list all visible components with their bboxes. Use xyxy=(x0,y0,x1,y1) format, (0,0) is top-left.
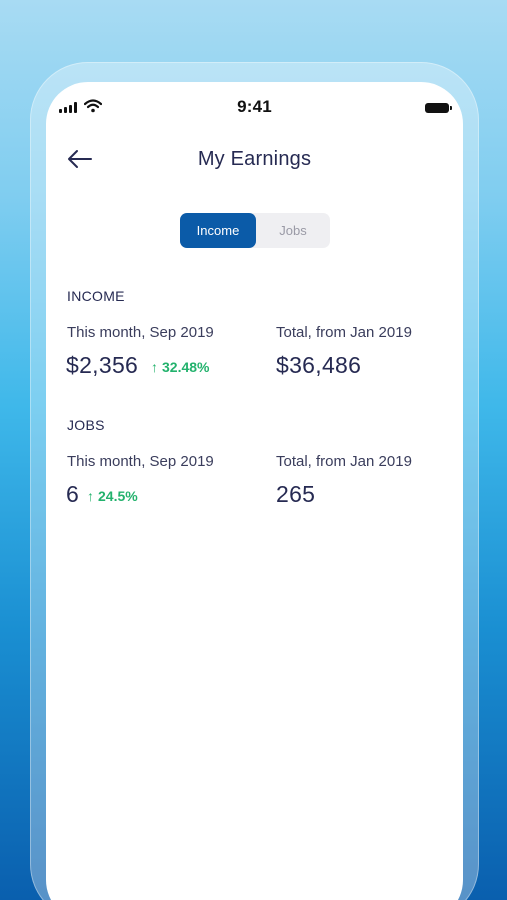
arrow-up-icon: ↑ xyxy=(87,488,94,504)
phone-screen: 9:41 My Earnings Income Jobs INCOME This… xyxy=(46,82,463,900)
jobs-total-value: 265 xyxy=(276,481,316,507)
income-section-label: INCOME xyxy=(67,288,125,304)
income-jobs-toggle: Income Jobs xyxy=(180,213,330,248)
jobs-total-caption: Total, from Jan 2019 xyxy=(276,453,412,470)
tab-income[interactable]: Income xyxy=(180,213,256,248)
arrow-up-icon: ↑ xyxy=(151,359,158,375)
jobs-month-value: 6 xyxy=(66,481,80,507)
battery-icon xyxy=(425,103,452,113)
tab-jobs[interactable]: Jobs xyxy=(256,213,330,248)
income-growth-indicator: ↑ 32.48% xyxy=(151,359,209,375)
income-total-caption: Total, from Jan 2019 xyxy=(276,324,412,341)
income-growth-value: 32.48% xyxy=(162,359,210,375)
jobs-growth-value: 24.5% xyxy=(98,488,138,504)
income-month-caption: This month, Sep 2019 xyxy=(67,324,214,341)
jobs-growth-indicator: ↑ 24.5% xyxy=(87,488,138,504)
status-time: 9:41 xyxy=(237,97,272,116)
jobs-month-caption: This month, Sep 2019 xyxy=(67,453,214,470)
page-title: My Earnings xyxy=(197,148,312,170)
status-bar: 9:41 xyxy=(46,82,463,132)
income-total-value: $36,486 xyxy=(276,352,362,378)
jobs-section-label: JOBS xyxy=(67,417,105,433)
income-month-value: $2,356 xyxy=(66,352,139,378)
